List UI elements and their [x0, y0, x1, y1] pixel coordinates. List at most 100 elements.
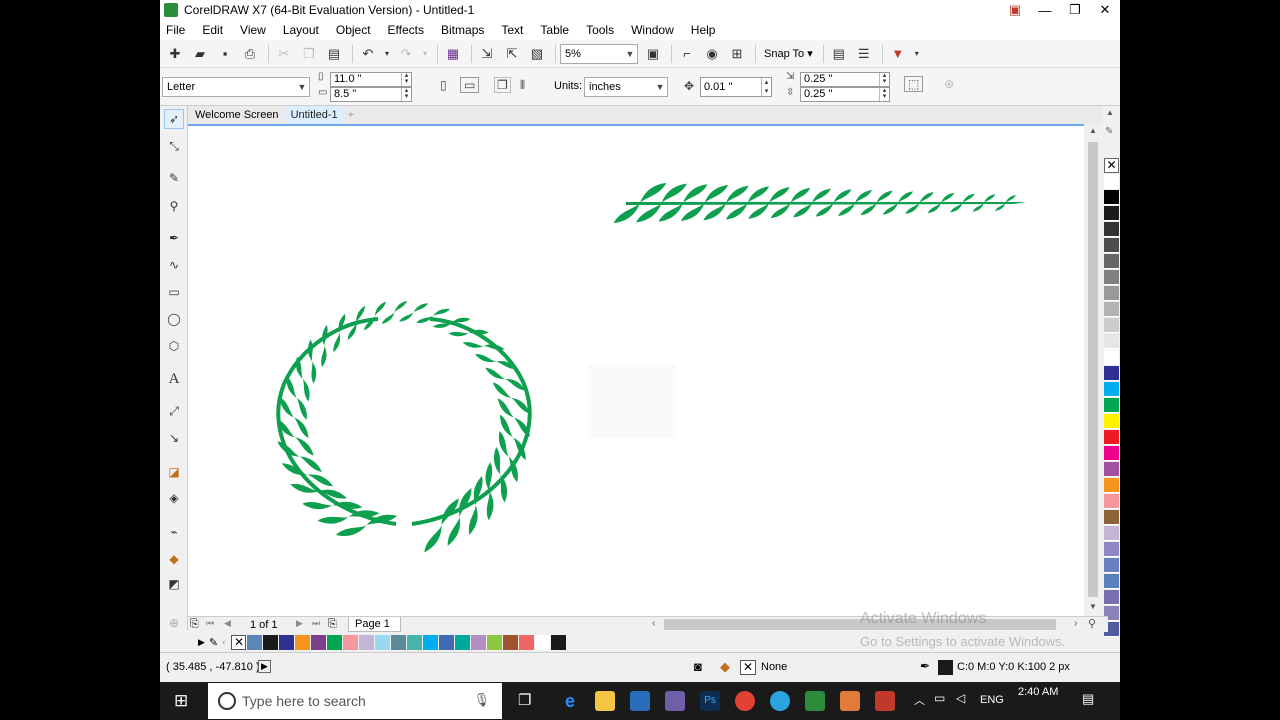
- palette-swatch[interactable]: [1104, 302, 1119, 317]
- notifications-icon[interactable]: ▤: [1082, 691, 1094, 707]
- document-palette-swatch[interactable]: [343, 634, 359, 650]
- launcher-dropdown-icon[interactable]: ▾: [912, 43, 922, 65]
- show-guidelines-icon[interactable]: ⊞: [726, 43, 748, 65]
- scroll-left-icon[interactable]: ‹: [652, 618, 655, 629]
- palette-swatch[interactable]: [1104, 430, 1119, 445]
- duplicate-distance-x-input[interactable]: 0.25 " ▴ ▾: [800, 72, 890, 87]
- clock[interactable]: 2:40 AM: [1018, 686, 1058, 698]
- drawing-canvas[interactable]: [188, 124, 1084, 616]
- spinner-arrows-icon[interactable]: ▴ ▾: [879, 87, 889, 101]
- palette-swatch[interactable]: [1104, 350, 1119, 365]
- paste-icon[interactable]: ▤: [323, 43, 345, 65]
- photoshop-icon[interactable]: Ps: [700, 691, 720, 711]
- save-icon[interactable]: ▪: [214, 43, 236, 65]
- cut-icon[interactable]: ✂: [273, 43, 295, 65]
- last-page-icon[interactable]: ⏭: [312, 618, 320, 629]
- file-explorer-icon[interactable]: [595, 691, 615, 711]
- document-palette-swatch[interactable]: [503, 634, 519, 650]
- palette-swatch[interactable]: [1104, 270, 1119, 285]
- portrait-icon[interactable]: ▯: [440, 78, 447, 92]
- color-eyedropper-tool-icon[interactable]: ⌁: [164, 522, 184, 542]
- palette-swatch[interactable]: [1104, 382, 1119, 397]
- status-menu-icon[interactable]: ▶: [258, 660, 271, 673]
- drop-shadow-tool-icon[interactable]: ◪: [164, 462, 184, 482]
- all-pages-icon[interactable]: ❐: [494, 77, 511, 93]
- ellipse-tool-icon[interactable]: ◯: [164, 309, 184, 329]
- coreldraw-taskbar-icon[interactable]: [805, 691, 825, 711]
- palette-swatch[interactable]: [1104, 366, 1119, 381]
- palette-swatch[interactable]: [1104, 590, 1119, 605]
- spinner-arrows-icon[interactable]: ▴ ▾: [879, 72, 889, 86]
- scroll-down-icon[interactable]: ▼: [1089, 602, 1097, 611]
- page-height-input[interactable]: 8.5 " ▴ ▾: [330, 87, 412, 102]
- menu-help[interactable]: Help: [691, 23, 716, 37]
- welcome-screen-icon[interactable]: ▤: [828, 43, 850, 65]
- palette-swatch[interactable]: [1104, 334, 1119, 349]
- palette-swatch[interactable]: [1104, 446, 1119, 461]
- palette-swatch[interactable]: [1104, 478, 1119, 493]
- scroll-up-icon[interactable]: ▲: [1089, 126, 1097, 135]
- interactive-fill-tool-icon[interactable]: ◆: [164, 549, 184, 569]
- document-palette-swatch[interactable]: [279, 634, 295, 650]
- app-icon[interactable]: [665, 691, 685, 711]
- document-palette-swatch[interactable]: [471, 634, 487, 650]
- options-icon[interactable]: ☰: [853, 43, 875, 65]
- menu-window[interactable]: Window: [631, 23, 674, 37]
- language-indicator[interactable]: ENG: [980, 694, 1004, 706]
- document-palette-swatch[interactable]: [423, 634, 439, 650]
- treat-as-filled-icon[interactable]: ⬚: [904, 76, 924, 92]
- document-palette-swatch[interactable]: [551, 634, 567, 650]
- vertical-scroll-thumb[interactable]: [1088, 142, 1098, 597]
- quick-customize-icon[interactable]: ⊕: [164, 613, 184, 633]
- menu-tools[interactable]: Tools: [586, 23, 614, 37]
- current-page-icon[interactable]: ⫴: [520, 78, 525, 93]
- task-view-icon[interactable]: ❐: [518, 691, 531, 709]
- undo-icon[interactable]: ↶: [357, 43, 379, 65]
- crop-tool-icon[interactable]: ✎: [164, 168, 184, 188]
- laurel-branch[interactable]: [613, 182, 1026, 224]
- export-icon[interactable]: ⇱: [501, 43, 523, 65]
- text-tool-icon[interactable]: A: [164, 369, 184, 389]
- insert-page-before-icon[interactable]: ⎘: [190, 618, 199, 631]
- show-grid-icon[interactable]: ◉: [701, 43, 723, 65]
- smart-fill-tool-icon[interactable]: ◩: [164, 574, 184, 594]
- restore-button[interactable]: ❐: [1060, 2, 1090, 18]
- import-icon[interactable]: ⇲: [476, 43, 498, 65]
- open-icon[interactable]: ▰: [189, 43, 211, 65]
- document-palette-swatch[interactable]: [263, 634, 279, 650]
- palette-swatch[interactable]: [1104, 526, 1119, 541]
- palette-swatch[interactable]: [1104, 174, 1119, 189]
- next-page-icon[interactable]: ▶: [296, 618, 303, 629]
- app-icon[interactable]: [875, 691, 895, 711]
- palette-swatch[interactable]: [1104, 318, 1119, 333]
- page-tab[interactable]: Page 1: [348, 617, 401, 632]
- page-size-select[interactable]: Letter ▼: [162, 77, 310, 97]
- polygon-tool-icon[interactable]: ⬡: [164, 336, 184, 356]
- previous-page-icon[interactable]: ◀: [224, 618, 231, 629]
- units-select[interactable]: inches ▼: [584, 77, 668, 97]
- palette-swatch[interactable]: [1104, 414, 1119, 429]
- document-palette-swatch[interactable]: [487, 634, 503, 650]
- landscape-icon[interactable]: ▭: [460, 77, 480, 93]
- menu-file[interactable]: File: [166, 23, 185, 37]
- windows-start-icon[interactable]: ⊞: [174, 691, 188, 711]
- menu-layout[interactable]: Layout: [283, 23, 319, 37]
- transparency-tool-icon[interactable]: ◈: [164, 488, 184, 508]
- document-palette-menu-icon[interactable]: ▶: [198, 637, 205, 648]
- page-width-input[interactable]: 11.0 " ▴ ▾: [330, 72, 412, 87]
- document-palette-swatch[interactable]: [375, 634, 391, 650]
- application-launcher-icon[interactable]: ▼: [887, 43, 909, 65]
- freehand-tool-icon[interactable]: ✒: [164, 228, 184, 248]
- account-icon[interactable]: ▣: [1000, 2, 1030, 18]
- scroll-right-icon[interactable]: ›: [1074, 618, 1077, 629]
- minimize-button[interactable]: —: [1030, 3, 1060, 18]
- menu-object[interactable]: Object: [336, 23, 371, 37]
- redo-dropdown-icon[interactable]: ▾: [420, 43, 430, 65]
- first-page-icon[interactable]: ⏮: [206, 618, 214, 629]
- connector-tool-icon[interactable]: ↘: [164, 428, 184, 448]
- document-palette-swatch[interactable]: [391, 634, 407, 650]
- document-palette-swatch[interactable]: [407, 634, 423, 650]
- menu-table[interactable]: Table: [540, 23, 569, 37]
- palette-scroll-up-icon[interactable]: ▲: [1106, 108, 1114, 117]
- palette-eyedropper-icon[interactable]: ✎: [1105, 126, 1113, 137]
